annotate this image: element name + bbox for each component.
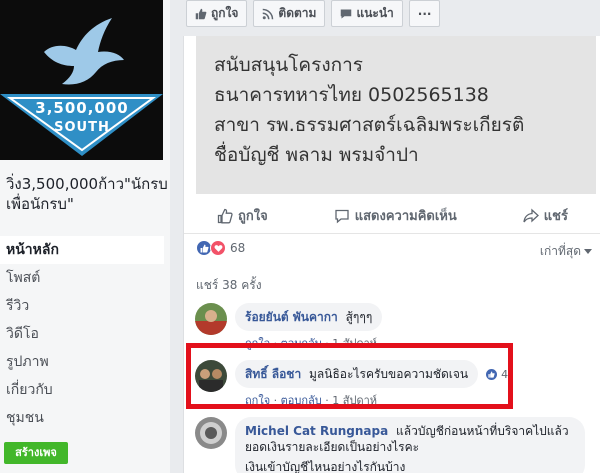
- page-sidebar: 3,500,000 SOUTH วิ่ง3,500,000ก้าว"นักรบเ…: [0, 0, 170, 473]
- comment-sort-label: เก่าที่สุด: [539, 244, 581, 258]
- rss-icon: [263, 8, 274, 19]
- nav-item-community[interactable]: ชุมชน: [0, 404, 164, 432]
- post-image-line-2: ธนาคารทหารไทย 0502565138: [214, 84, 489, 106]
- avatar[interactable]: [195, 303, 227, 335]
- comment-text: สู้ๆๆๆ: [345, 310, 373, 324]
- post-like-label: ถูกใจ: [238, 209, 268, 224]
- thumbs-up-icon: [217, 208, 233, 223]
- love-reaction-icon: [210, 240, 226, 256]
- page-recommend-button[interactable]: แนะนำ: [331, 0, 403, 27]
- page-nav: หน้าหลัก โพสต์ รีวิว วิดีโอ รูปภาพ เกี่ย…: [0, 236, 164, 432]
- comment-author[interactable]: ร้อยยันต์ พันคากา: [245, 310, 338, 324]
- nav-item-photos[interactable]: รูปภาพ: [0, 348, 164, 376]
- comment-icon: [335, 209, 349, 223]
- avatar[interactable]: [195, 417, 227, 449]
- post-image-line-3: สาขา รพ.ธรรมศาสตร์เฉลิมพระเกียรติ: [214, 114, 525, 136]
- nav-item-videos[interactable]: วิดีโอ: [0, 320, 164, 348]
- page-more-button[interactable]: ···: [408, 0, 441, 27]
- nav-item-posts[interactable]: โพสต์: [0, 264, 164, 292]
- speech-bubble-icon: [341, 9, 352, 18]
- post-comment-label: แสดงความคิดเห็น: [354, 209, 457, 224]
- post-image-line-4: ชื่อบัญชี พลาม พรมจำปา: [214, 144, 419, 166]
- post-comment-button[interactable]: แสดงความคิดเห็น: [334, 205, 457, 226]
- cover-south: SOUTH: [54, 120, 110, 135]
- create-page-button[interactable]: สร้างเพจ: [4, 442, 68, 464]
- highlight-annotation-box: [186, 343, 513, 409]
- page-like-button[interactable]: ถูกใจ: [186, 0, 248, 27]
- share-icon: [523, 208, 539, 222]
- nav-item-about[interactable]: เกี่ยวกับ: [0, 376, 164, 404]
- comment-item: Michel Cat Rungnapa แล้วบัญชีก่อนหน้าที่…: [195, 417, 585, 473]
- page-cover-image[interactable]: 3,500,000 SOUTH: [0, 0, 163, 160]
- reactions-summary[interactable]: 68: [196, 240, 245, 256]
- chevron-down-icon: [584, 248, 592, 254]
- page-like-label: ถูกใจ: [211, 6, 239, 20]
- page-follow-label: ติดตาม: [278, 6, 317, 20]
- comment-text-line-2: เงินเข้าบัญชีไหนอย่างไรกันบ้าง: [245, 460, 406, 473]
- post-image[interactable]: สนับสนุนโครงการ ธนาคารทหารไทย 0502565138…: [196, 36, 596, 194]
- share-count[interactable]: แชร์ 38 ครั้ง: [196, 276, 262, 295]
- post-share-label: แชร์: [543, 209, 568, 224]
- page-actions-bar: ถูกใจ ติดตาม แนะนำ ···: [186, 0, 441, 32]
- dove-logo: [44, 18, 124, 85]
- page-name[interactable]: วิ่ง3,500,000ก้าว"นักรบเพื่อนักรบ": [6, 174, 168, 214]
- page-follow-button[interactable]: ติดตาม: [253, 0, 326, 27]
- comment-sort-select[interactable]: เก่าที่สุด: [540, 242, 592, 261]
- comment-bubble: ร้อยยันต์ พันคากา สู้ๆๆๆ: [235, 303, 383, 331]
- comment-author[interactable]: Michel Cat Rungnapa: [245, 424, 388, 438]
- nav-item-home[interactable]: หน้าหลัก: [0, 236, 164, 264]
- cover-number: 3,500,000: [35, 99, 129, 117]
- post-image-line-1: สนับสนุนโครงการ: [214, 54, 363, 76]
- page-recommend-label: แนะนำ: [356, 6, 394, 20]
- thumbs-up-icon: [195, 8, 207, 19]
- nav-item-reviews[interactable]: รีวิว: [0, 292, 164, 320]
- post-share-button[interactable]: แชร์: [523, 205, 568, 226]
- post-image-text: สนับสนุนโครงการ ธนาคารทหารไทย 0502565138…: [214, 50, 524, 170]
- reaction-count: 68: [230, 241, 246, 255]
- post-like-button[interactable]: ถูกใจ: [217, 205, 268, 226]
- comment-bubble: Michel Cat Rungnapa แล้วบัญชีก่อนหน้าที่…: [235, 417, 585, 473]
- post-actions-bar: ถูกใจ แสดงความคิดเห็น แชร์: [184, 198, 600, 234]
